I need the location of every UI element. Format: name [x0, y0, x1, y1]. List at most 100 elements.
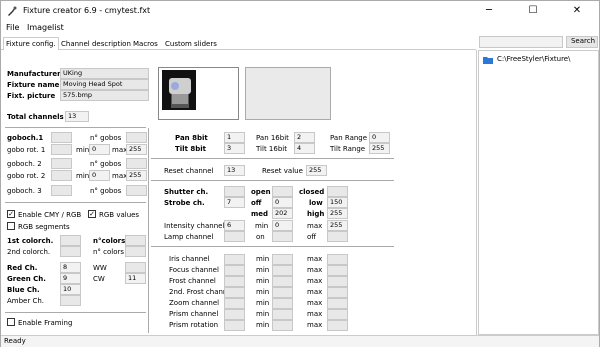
total-channels-field[interactable]: 13 — [65, 111, 89, 122]
reset-value-field[interactable]: 255 — [306, 165, 327, 176]
enable-framing-checkbox[interactable] — [7, 318, 15, 326]
prism-channel-max-field[interactable] — [327, 309, 348, 320]
zoom-channel-max-field[interactable] — [327, 298, 348, 309]
frost-channel-field[interactable] — [224, 276, 245, 287]
colorch1-field[interactable] — [60, 235, 81, 246]
prism-channel-min-label: min — [256, 310, 270, 318]
zoom-channel-label: Zoom channel — [169, 299, 220, 307]
2nd-frost-channel-field[interactable] — [224, 287, 245, 298]
gobo-rot2-field[interactable] — [51, 170, 72, 181]
amber-ch-field[interactable] — [60, 295, 81, 306]
gobo-rot1-max-field[interactable]: 255 — [126, 144, 147, 155]
strobe-label: Strobe ch. — [164, 199, 205, 207]
iris-channel-min-field[interactable] — [272, 254, 293, 265]
goboch2-field[interactable] — [51, 158, 72, 169]
low-field[interactable]: 150 — [327, 197, 348, 208]
tab-fixture-config[interactable]: Fixture config. — [3, 37, 59, 51]
pan8-field[interactable]: 1 — [224, 132, 245, 143]
closed-label: closed — [299, 188, 325, 196]
goboch1-field[interactable] — [51, 132, 72, 143]
zoom-channel-field[interactable] — [224, 298, 245, 309]
intensity-min-field[interactable]: 0 — [272, 220, 293, 231]
intensity-max-field[interactable]: 255 — [327, 220, 348, 231]
gobo-rot2-max-label: max — [112, 172, 128, 180]
open-field[interactable] — [272, 186, 293, 197]
enable-cmy-checkbox[interactable]: ✓ — [7, 210, 15, 218]
divider — [5, 312, 146, 313]
high-field[interactable]: 255 — [327, 208, 348, 219]
tilt-range-field[interactable]: 255 — [369, 143, 390, 154]
gobo-rot2-min-field[interactable]: 0 — [89, 170, 110, 181]
fixture-name-field[interactable]: Moving Head Spot — [60, 79, 149, 90]
closed-field[interactable] — [327, 186, 348, 197]
tab-custom-sliders[interactable]: Custom sliders — [163, 38, 219, 50]
tree-item-fixture-folder[interactable]: C:\FreeStyler\Fixture\ — [497, 55, 570, 63]
shutter-field[interactable] — [224, 186, 245, 197]
lamp-label: Lamp channel — [164, 233, 214, 241]
green-ch-field[interactable]: 9 — [60, 273, 81, 284]
tab-channel-description[interactable]: Channel description — [59, 38, 133, 50]
focus-channel-field[interactable] — [224, 265, 245, 276]
cw-field[interactable]: 11 — [125, 273, 146, 284]
reset-channel-field[interactable]: 13 — [224, 165, 245, 176]
close-button[interactable]: ✕ — [555, 1, 599, 21]
pan16-field[interactable]: 2 — [294, 132, 315, 143]
divider — [151, 180, 394, 181]
med-field[interactable]: 202 — [272, 208, 293, 219]
total-channels-label: Total channels — [7, 113, 64, 121]
zoom-channel-min-field[interactable] — [272, 298, 293, 309]
ncolors2-field[interactable] — [125, 246, 146, 257]
fixt-picture-field[interactable]: 575.bmp — [60, 90, 149, 101]
focus-channel-max-field[interactable] — [327, 265, 348, 276]
2nd-frost-channel-max-field[interactable] — [327, 287, 348, 298]
nr-gobos2-field[interactable] — [126, 158, 147, 169]
red-ch-field[interactable]: 8 — [60, 262, 81, 273]
frost-channel-min-field[interactable] — [272, 276, 293, 287]
prism-channel-field[interactable] — [224, 309, 245, 320]
minimize-button[interactable]: ─ — [467, 1, 511, 21]
focus-channel-min-field[interactable] — [272, 265, 293, 276]
nr-gobos3-field[interactable] — [126, 185, 147, 196]
ncolors1-field[interactable] — [125, 235, 146, 246]
tab-strip: Fixture config. Channel description Macr… — [1, 37, 476, 51]
maximize-button[interactable]: ☐ — [511, 1, 555, 21]
off-field[interactable]: 0 — [272, 197, 293, 208]
colorch2-field[interactable] — [60, 246, 81, 257]
tilt16-field[interactable]: 4 — [294, 143, 315, 154]
blue-ch-field[interactable]: 10 — [60, 284, 81, 295]
gobo-rot2-max-field[interactable]: 255 — [126, 170, 147, 181]
gobo-rot1-min-field[interactable]: 0 — [89, 144, 110, 155]
lamp-off-field[interactable] — [327, 231, 348, 242]
rgb-values-checkbox[interactable]: ✓ — [88, 210, 96, 218]
lamp-on-field[interactable] — [272, 231, 293, 242]
ww-label: WW — [93, 264, 107, 272]
prism-rotation-max-field[interactable] — [327, 320, 348, 331]
prism-rotation-min-field[interactable] — [272, 320, 293, 331]
intensity-field[interactable]: 6 — [224, 220, 245, 231]
menu-file[interactable]: File — [6, 23, 19, 32]
rgb-segments-checkbox[interactable] — [7, 222, 15, 230]
search-button[interactable]: Search — [566, 36, 598, 48]
ww-field[interactable] — [125, 262, 146, 273]
frost-channel-max-field[interactable] — [327, 276, 348, 287]
menu-imagelist[interactable]: Imagelist — [27, 23, 64, 32]
strobe-field[interactable]: 7 — [224, 197, 245, 208]
iris-channel-max-field[interactable] — [327, 254, 348, 265]
iris-channel-field[interactable] — [224, 254, 245, 265]
intensity-max-label: max — [307, 222, 323, 230]
pan-range-field[interactable]: 0 — [369, 132, 390, 143]
tilt8-field[interactable]: 3 — [224, 143, 245, 154]
lamp-field[interactable] — [224, 231, 245, 242]
gobo-rot1-field[interactable] — [51, 144, 72, 155]
prism-channel-min-field[interactable] — [272, 309, 293, 320]
manufacturer-field[interactable]: UKing — [60, 68, 149, 79]
tab-macros[interactable]: Macros — [131, 38, 160, 50]
goboch3-field[interactable] — [51, 185, 72, 196]
2nd-frost-channel-min-field[interactable] — [272, 287, 293, 298]
fixture-picture[interactable] — [158, 67, 239, 120]
description-box[interactable] — [245, 67, 331, 120]
search-input[interactable] — [479, 36, 563, 48]
nr-gobos1-field[interactable] — [126, 132, 147, 143]
prism-rotation-field[interactable] — [224, 320, 245, 331]
gobo-rot1-min-label: min — [76, 146, 90, 154]
